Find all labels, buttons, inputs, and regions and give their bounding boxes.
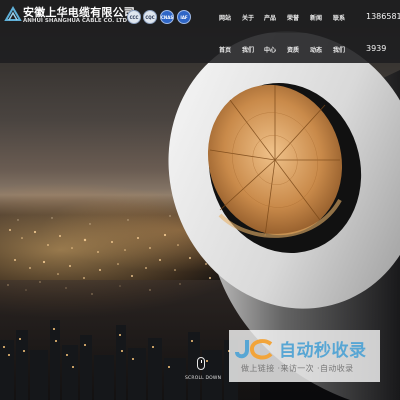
nav-item-us[interactable]: 我们: [242, 45, 254, 54]
company-logo-icon[interactable]: [4, 6, 22, 24]
nav-item-contact[interactable]: 联系: [333, 13, 345, 22]
nav-item-home[interactable]: 首页: [219, 45, 231, 54]
watermark-logo-icon: [235, 339, 273, 360]
watermark-banner: 自动秒收录 做上链接 ·来访一次 ·自动收录: [229, 330, 380, 382]
nav-item-qualifications[interactable]: 资质: [287, 45, 299, 54]
cert-cqc-icon: CQC: [143, 10, 157, 24]
nav-item-updates[interactable]: 动态: [310, 45, 322, 54]
nav-item-honors[interactable]: 荣誉: [287, 13, 299, 22]
nav-item-about[interactable]: 关于: [242, 13, 254, 22]
phone-number-part1: 1386581: [366, 12, 400, 21]
mouse-scroll-icon[interactable]: [197, 357, 205, 370]
scroll-down-label[interactable]: SCROLL DOWN: [185, 376, 221, 381]
nav-item-products[interactable]: 产品: [264, 13, 276, 22]
watermark-title: 自动秒收录: [279, 341, 367, 361]
nav-item-news[interactable]: 新闻: [310, 13, 322, 22]
phone-number-part2: 3939: [366, 44, 387, 53]
nav-item-us-2[interactable]: 我们: [333, 45, 345, 54]
nav-item-website[interactable]: 网站: [219, 13, 231, 22]
cert-iaf-icon: IAF: [177, 10, 191, 24]
company-name-en: ANHUI SHANGHUA CABLE CO. LTD: [23, 18, 128, 24]
cert-cnas-icon: CNAS: [160, 10, 174, 24]
cert-ccc-icon: CCC: [127, 10, 141, 24]
nav-item-center[interactable]: 中心: [264, 45, 276, 54]
watermark-subtitle: 做上链接 ·来访一次 ·自动收录: [241, 364, 354, 373]
